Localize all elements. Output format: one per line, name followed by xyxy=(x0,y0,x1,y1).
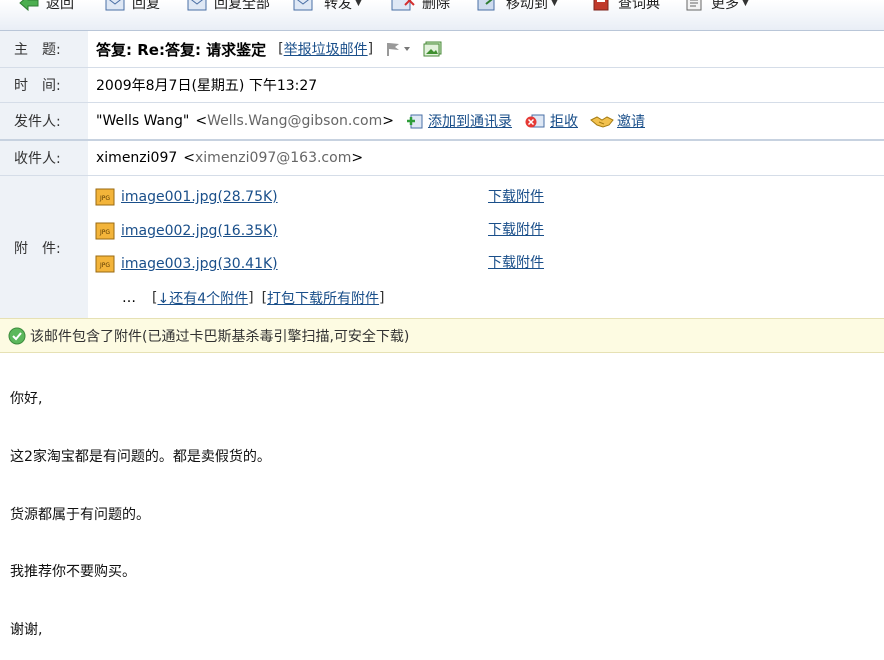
move-icon xyxy=(477,0,497,11)
recipient-email: ximenzi097@163.com xyxy=(195,150,352,166)
attachment-name-link[interactable]: image001.jpg(28.75K) xyxy=(121,189,278,205)
scan-notice-text: 该邮件包含了附件(已通过卡巴斯基杀毒引擎扫描,可安全下载) xyxy=(30,328,410,345)
reply-all-label: 回复全部 xyxy=(214,0,270,12)
forward-button[interactable]: 转发 ▼ xyxy=(292,0,362,15)
forward-icon xyxy=(293,0,313,11)
move-label: 移动到 xyxy=(506,0,548,12)
body-line: 这2家淘宝都是有问题的。都是卖假货的。 xyxy=(10,449,271,465)
dictionary-label: 查词典 xyxy=(618,0,660,12)
recipient-label: 收件人: xyxy=(0,141,88,175)
add-contact-link[interactable]: 添加到通讯录 xyxy=(428,111,512,131)
subject-label: 主 题: xyxy=(0,31,88,67)
reject-icon xyxy=(525,114,545,128)
image-view-icon[interactable] xyxy=(423,41,443,57)
subject-text: 答复: Re:答复: 请求鉴定 xyxy=(96,40,267,59)
reply-label: 回复 xyxy=(132,0,160,12)
time-label: 时 间: xyxy=(0,68,88,102)
body-line: 货源都属于有问题的。 xyxy=(10,507,150,523)
attachment-item: JPG image002.jpg(16.35K) xyxy=(95,220,278,242)
recipient-name: ximenzi097 xyxy=(96,150,178,166)
delete-label: 删除 xyxy=(422,0,450,12)
back-arrow-icon xyxy=(19,0,39,12)
more-icon xyxy=(686,0,702,11)
body-line: 谢谢, xyxy=(10,622,43,638)
invite-link[interactable]: 邀请 xyxy=(617,111,645,131)
move-button[interactable]: 移动到 ▼ xyxy=(476,0,558,15)
sender-name: "Wells Wang" xyxy=(96,113,190,129)
attachment-item: JPG image003.jpg(30.41K) xyxy=(95,253,278,275)
attachment-name-link[interactable]: image003.jpg(30.41K) xyxy=(121,256,278,272)
chevron-down-icon: ▼ xyxy=(355,0,362,8)
delete-button[interactable]: 删除 xyxy=(390,0,450,15)
attachments-label: 附 件: xyxy=(14,241,61,257)
reply-all-icon xyxy=(187,0,207,11)
attachment-name-link[interactable]: image002.jpg(16.35K) xyxy=(121,223,278,239)
reply-button[interactable]: 回复 xyxy=(104,0,160,15)
time-value: 2009年8月7日(星期五) 下午13:27 xyxy=(96,78,318,94)
check-circle-icon xyxy=(8,327,26,344)
more-button[interactable]: 更多 ▼ xyxy=(685,0,749,15)
body-line: 我推荐你不要购买。 xyxy=(10,564,136,580)
more-attachments-link[interactable]: ↓还有4个附件 xyxy=(157,288,248,308)
body-line: 你好, xyxy=(10,391,43,407)
toolbar: 返回 回复 回复全部 转发 ▼ 删除 移动到 ▼ 查词典 更多 ▼ xyxy=(0,0,884,31)
handshake-icon xyxy=(590,116,614,128)
dictionary-icon xyxy=(593,0,609,11)
recipient-row: 收件人: ximenzi097 < ximenzi097@163.com > xyxy=(0,141,884,176)
download-attachment-link[interactable]: 下载附件 xyxy=(488,219,544,239)
jpg-file-icon: JPG xyxy=(95,222,115,240)
sender-label: 发件人: xyxy=(0,103,88,139)
reply-all-button[interactable]: 回复全部 xyxy=(186,0,270,15)
chevron-down-icon: ▼ xyxy=(551,0,558,8)
reject-link[interactable]: 拒收 xyxy=(550,111,578,131)
chevron-down-icon: ▼ xyxy=(742,0,749,8)
reply-icon xyxy=(105,0,125,11)
dictionary-button[interactable]: 查词典 xyxy=(592,0,660,15)
download-attachment-link[interactable]: 下载附件 xyxy=(488,186,544,206)
attachments-section: 附 件: JPG image001.jpg(28.75K) 下载附件 JPG i… xyxy=(0,176,884,318)
sender-row: 发件人: "Wells Wang" < Wells.Wang@gibson.com… xyxy=(0,103,884,141)
svg-text:JPG: JPG xyxy=(99,195,110,202)
back-button[interactable]: 返回 xyxy=(18,0,74,15)
svg-text:JPG: JPG xyxy=(99,229,110,236)
report-spam-link[interactable]: 举报垃圾邮件 xyxy=(284,39,368,59)
sender-email: Wells.Wang@gibson.com xyxy=(207,113,383,129)
more-label: 更多 xyxy=(711,0,739,12)
attachment-item: JPG image001.jpg(28.75K) xyxy=(95,186,278,208)
flag-icon[interactable] xyxy=(385,41,413,57)
time-row: 时 间: 2009年8月7日(星期五) 下午13:27 xyxy=(0,68,884,103)
jpg-file-icon: JPG xyxy=(95,188,115,206)
back-label: 返回 xyxy=(46,0,74,12)
svg-text:JPG: JPG xyxy=(99,262,110,269)
subject-row: 主 题: 答复: Re:答复: 请求鉴定 [ 举报垃圾邮件 ] xyxy=(0,31,884,68)
ellipsis-text: … xyxy=(122,290,136,306)
delete-icon xyxy=(391,0,415,11)
scan-notice-bar: 该邮件包含了附件(已通过卡巴斯基杀毒引擎扫描,可安全下载) xyxy=(0,318,884,353)
add-contact-icon xyxy=(407,114,423,129)
forward-label: 转发 xyxy=(324,0,352,12)
download-all-link[interactable]: 打包下载所有附件 xyxy=(267,288,379,308)
jpg-file-icon: JPG xyxy=(95,255,115,273)
download-attachment-link[interactable]: 下载附件 xyxy=(488,252,544,272)
more-attachments-row: … [ ↓还有4个附件 ] [ 打包下载所有附件 ] xyxy=(122,288,385,308)
